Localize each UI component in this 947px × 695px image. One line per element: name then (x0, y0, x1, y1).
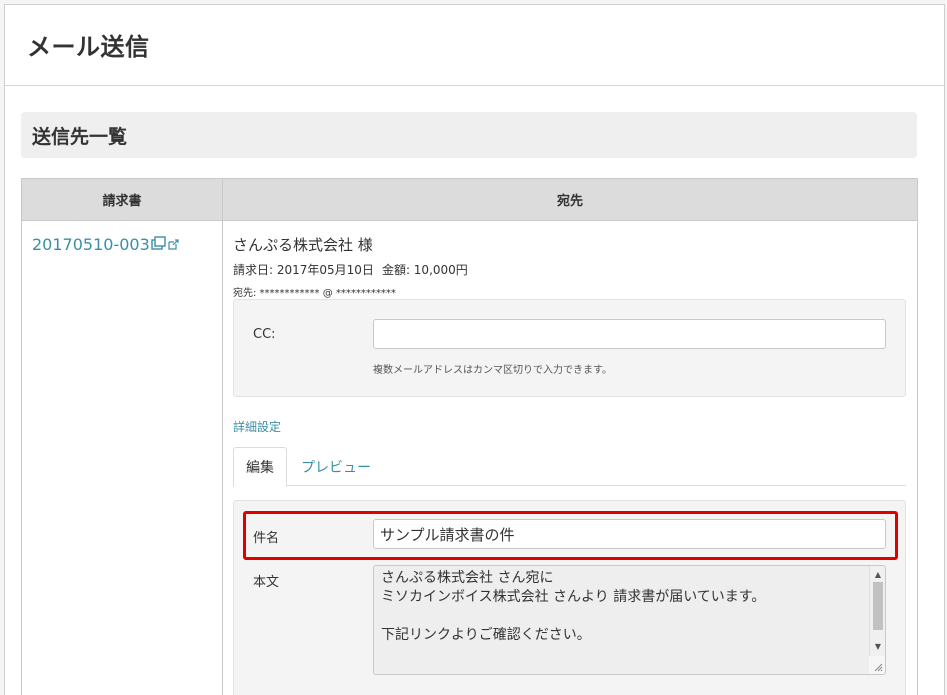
external-link-icon (168, 235, 179, 254)
cc-help-text: 複数メールアドレスはカンマ区切りで入力できます。 (373, 365, 612, 376)
recipient-cell: さんぷる株式会社 様 請求日: 2017年05月10日 金額: 10,000円 宛… (223, 221, 917, 695)
invoice-date: 請求日: 2017年05月10日 (233, 263, 374, 277)
body-text: さんぷる株式会社 さん宛に ミソカインボイス株式会社 さんより 請求書が届いてい… (381, 570, 766, 643)
invoice-cell: 20170510-003 (22, 221, 223, 695)
scroll-up-icon[interactable]: ▲ (870, 568, 885, 582)
recipient-name: さんぷる株式会社 様 (233, 236, 373, 254)
page-header: メール送信 (5, 5, 944, 86)
edit-panel: 件名 本文 さんぷる株式会社 さん宛に ミソカインボイス株式会社 さんより 請求… (233, 500, 906, 695)
table-row: 20170510-003 さんぷる株式会社 様 請求日: 2017年05月10日… (22, 221, 917, 695)
scroll-thumb[interactable] (873, 582, 883, 630)
table-header: 請求書 宛先 (22, 179, 917, 221)
invoice-amount: 金額: 10,000円 (381, 263, 468, 277)
cc-label: CC: (253, 327, 276, 342)
subject-label: 件名 (253, 531, 280, 546)
recipient-table: 請求書 宛先 20170510-003 さんぷる株式会社 様 請求日: 2017… (21, 178, 918, 695)
mail-tabs: 編集 プレビュー (233, 447, 906, 487)
advanced-settings-link[interactable]: 詳細設定 (233, 418, 281, 435)
column-header-recipient: 宛先 (556, 194, 583, 209)
body-label: 本文 (253, 575, 280, 590)
page-title: メール送信 (27, 33, 150, 61)
column-header-invoice: 請求書 (22, 179, 223, 220)
subject-input[interactable] (373, 519, 886, 549)
copy-icon (151, 235, 167, 254)
resize-grip-icon[interactable] (869, 656, 885, 674)
tab-edit[interactable]: 編集 (233, 447, 287, 487)
scroll-down-icon[interactable]: ▼ (870, 640, 885, 654)
invoice-meta: 請求日: 2017年05月10日 金額: 10,000円 (233, 261, 468, 278)
cc-input[interactable] (373, 319, 886, 349)
invoice-link[interactable]: 20170510-003 (32, 235, 179, 254)
body-textarea[interactable]: さんぷる株式会社 さん宛に ミソカインボイス株式会社 さんより 請求書が届いてい… (373, 565, 886, 675)
cc-panel: CC: 複数メールアドレスはカンマ区切りで入力できます。 (233, 299, 906, 397)
invoice-number: 20170510-003 (32, 235, 150, 254)
tab-preview[interactable]: プレビュー (289, 447, 383, 486)
recipient-address: 宛先: ************ @ ************ (233, 288, 396, 299)
section-heading: 送信先一覧 (21, 112, 917, 158)
